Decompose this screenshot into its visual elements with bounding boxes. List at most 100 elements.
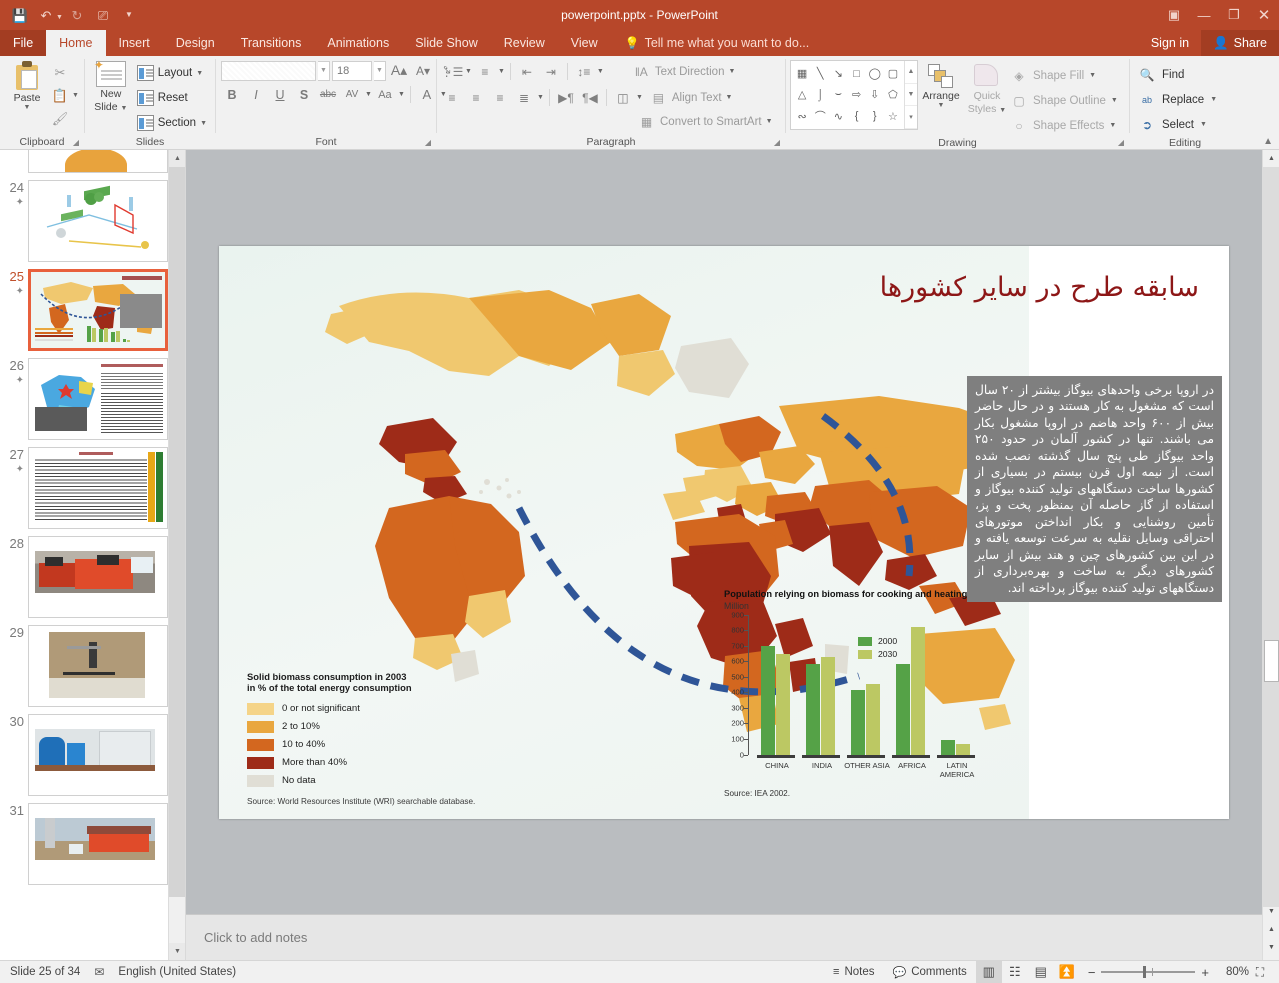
scrollbar-track[interactable] [1263, 167, 1279, 907]
select-button[interactable]: ➲ Select ▼ [1138, 113, 1217, 136]
scroll-down-icon[interactable]: ▼ [1263, 903, 1279, 920]
copy-dropdown-icon[interactable]: ▼ [72, 92, 79, 99]
new-slide-button[interactable]: ✦ New Slide ▼ [89, 59, 133, 115]
thumbnail-preview[interactable] [28, 150, 168, 173]
thumbnail-preview[interactable] [28, 269, 168, 351]
italic-button[interactable]: I [245, 84, 267, 105]
shape-down-arrow-icon[interactable]: ⇩ [866, 84, 884, 105]
increase-font-size-button[interactable]: A▴ [388, 60, 410, 81]
tab-home[interactable]: Home [46, 30, 105, 56]
decrease-indent-button[interactable]: ⇤ [516, 61, 538, 82]
thumbnail-preview[interactable] [28, 803, 168, 885]
layout-dropdown-icon[interactable]: ▼ [196, 70, 203, 77]
redo-icon[interactable]: ↻ [65, 4, 89, 26]
underline-button[interactable]: U [269, 84, 291, 105]
shape-curve-icon[interactable]: ∿ [829, 106, 847, 127]
increase-indent-button[interactable]: ⇥ [540, 61, 562, 82]
text-shadow-button[interactable]: S [293, 84, 315, 105]
tell-me-search[interactable]: 💡 Tell me what you want to do... [611, 30, 810, 56]
shape-fill-button[interactable]: ◈ Shape Fill ▼ [1010, 64, 1118, 87]
shape-rectangle-icon[interactable]: □ [847, 63, 865, 84]
numbering-dropdown-icon[interactable]: ▼ [498, 68, 505, 75]
previous-slide-icon[interactable]: ▲ [1263, 921, 1279, 938]
line-spacing-button[interactable]: ↕≡ [573, 61, 595, 82]
thumbnail-item[interactable]: 26 ✦ [0, 351, 185, 440]
font-color-button[interactable]: A [416, 84, 438, 105]
shapes-more-icon[interactable]: ▾ [905, 106, 917, 129]
shape-freeform-icon[interactable]: ∾ [793, 106, 811, 127]
slide-body-textbox[interactable]: در اروپا برخی واحدهای بیوگاز بیشتر از ۲۰… [967, 376, 1222, 603]
tab-transitions[interactable]: Transitions [228, 30, 315, 56]
replace-dropdown-icon[interactable]: ▼ [1210, 96, 1217, 103]
align-text-button[interactable]: ▤ Align Text ▼ [649, 86, 733, 109]
customize-qat-icon[interactable]: ▼ [117, 4, 141, 26]
thumbnails-scroll-up-icon[interactable]: ▲ [169, 150, 186, 167]
text-direction-button[interactable]: ‖A Text Direction ▼ [632, 60, 736, 83]
close-icon[interactable]: ✕ [1249, 0, 1279, 30]
convert-to-smartart-button[interactable]: ▦ Convert to SmartArt ▼ [637, 110, 773, 133]
thumbnail-preview[interactable] [28, 714, 168, 796]
shape-elbow-arrow-icon[interactable]: ⌣ [829, 84, 847, 105]
thumbnails-scrollbar[interactable]: ▲ ▼ [168, 150, 185, 960]
paste-dropdown-icon[interactable]: ▼ [24, 104, 31, 111]
line-spacing-dropdown-icon[interactable]: ▼ [597, 68, 604, 75]
scrollbar-thumb[interactable] [1264, 640, 1279, 682]
drawing-dialog-launcher-icon[interactable]: ◢ [1118, 138, 1124, 147]
shape-fill-dropdown-icon[interactable]: ▼ [1089, 72, 1096, 79]
shapes-gallery-scrollbar[interactable]: ▲ ▼ ▾ [904, 61, 917, 129]
thumbnail-item[interactable]: 30 [0, 707, 185, 796]
find-button[interactable]: 🔍 Find [1138, 63, 1217, 86]
thumbnail-item[interactable]: 24 ✦ [0, 173, 185, 262]
zoom-slider[interactable]: − + [1080, 965, 1217, 980]
undo-icon[interactable]: ↶ [34, 4, 58, 26]
numbering-button[interactable]: ≡ [474, 61, 496, 82]
font-size-input[interactable]: 18 [332, 61, 372, 81]
language-indicator[interactable]: English (United States) [118, 966, 236, 978]
thumbnail-preview[interactable] [28, 447, 168, 529]
font-name-dropdown-icon[interactable]: ▼ [318, 61, 330, 81]
shape-outline-button[interactable]: ▢ Shape Outline ▼ [1010, 89, 1118, 112]
shape-arc-icon[interactable]: ⌒ [811, 106, 829, 127]
slide-thumbnails-pane[interactable]: 23 24 ✦ [0, 150, 186, 960]
save-icon[interactable]: 💾 [8, 4, 32, 26]
comments-button[interactable]: 💬 Comments [884, 961, 976, 983]
align-text-dropdown-icon[interactable]: ▼ [726, 94, 733, 101]
new-slide-dropdown-icon[interactable]: ▼ [121, 105, 128, 112]
shapes-gallery[interactable]: ▦ ╲ ↘ □ ◯ ▢ △ ⌡ ⌣ ⇨ ⇩ ⬠ ∾ ⌒ ∿ { } [790, 60, 918, 130]
tab-design[interactable]: Design [163, 30, 228, 56]
restore-icon[interactable]: ❐ [1219, 0, 1249, 30]
paragraph-dialog-launcher-icon[interactable]: ◢ [774, 138, 780, 147]
thumbnail-item[interactable]: 23 [0, 150, 185, 173]
font-name-input[interactable] [221, 61, 316, 81]
shape-pentagon-icon[interactable]: ⬠ [884, 84, 902, 105]
shapes-scroll-up-icon[interactable]: ▲ [905, 61, 917, 84]
shape-elbow-connector-icon[interactable]: ⌡ [811, 84, 829, 105]
share-button[interactable]: 👤 Share [1201, 30, 1279, 56]
undo-dropdown-icon[interactable]: ▼ [56, 14, 63, 21]
justify-dropdown-icon[interactable]: ▼ [537, 94, 544, 101]
columns-dropdown-icon[interactable]: ▼ [636, 94, 643, 101]
section-dropdown-icon[interactable]: ▼ [200, 120, 207, 127]
thumbnail-item[interactable]: 27 ✦ [0, 440, 185, 529]
zoom-handle[interactable] [1143, 966, 1146, 978]
columns-button[interactable]: ◫ [612, 87, 634, 108]
collapse-ribbon-icon[interactable]: ▲ [1263, 136, 1273, 147]
align-right-button[interactable]: ≡ [489, 87, 511, 108]
shape-triangle-icon[interactable]: △ [793, 84, 811, 105]
font-dialog-launcher-icon[interactable]: ◢ [425, 138, 431, 147]
slide-sorter-view-button[interactable]: ☷ [1002, 961, 1028, 983]
fit-slide-icon[interactable]: ⛶ [1249, 961, 1271, 983]
strikethrough-button[interactable]: abc [317, 84, 339, 105]
layout-button[interactable]: Layout ▼ [133, 61, 211, 85]
thumbnail-preview[interactable] [28, 180, 168, 262]
align-center-button[interactable]: ≡ [465, 87, 487, 108]
shape-oval-icon[interactable]: ◯ [866, 63, 884, 84]
thumbnail-item[interactable]: 31 [0, 796, 185, 885]
shape-line-icon[interactable]: ╲ [811, 63, 829, 84]
normal-view-button[interactable]: ▥ [976, 961, 1002, 983]
shapes-scroll-down-icon[interactable]: ▼ [905, 84, 917, 107]
section-button[interactable]: Section ▼ [133, 111, 211, 135]
ribbon-display-options-icon[interactable]: ▣ [1159, 0, 1189, 30]
tab-animations[interactable]: Animations [314, 30, 402, 56]
slide-counter[interactable]: Slide 25 of 34 [10, 966, 80, 978]
